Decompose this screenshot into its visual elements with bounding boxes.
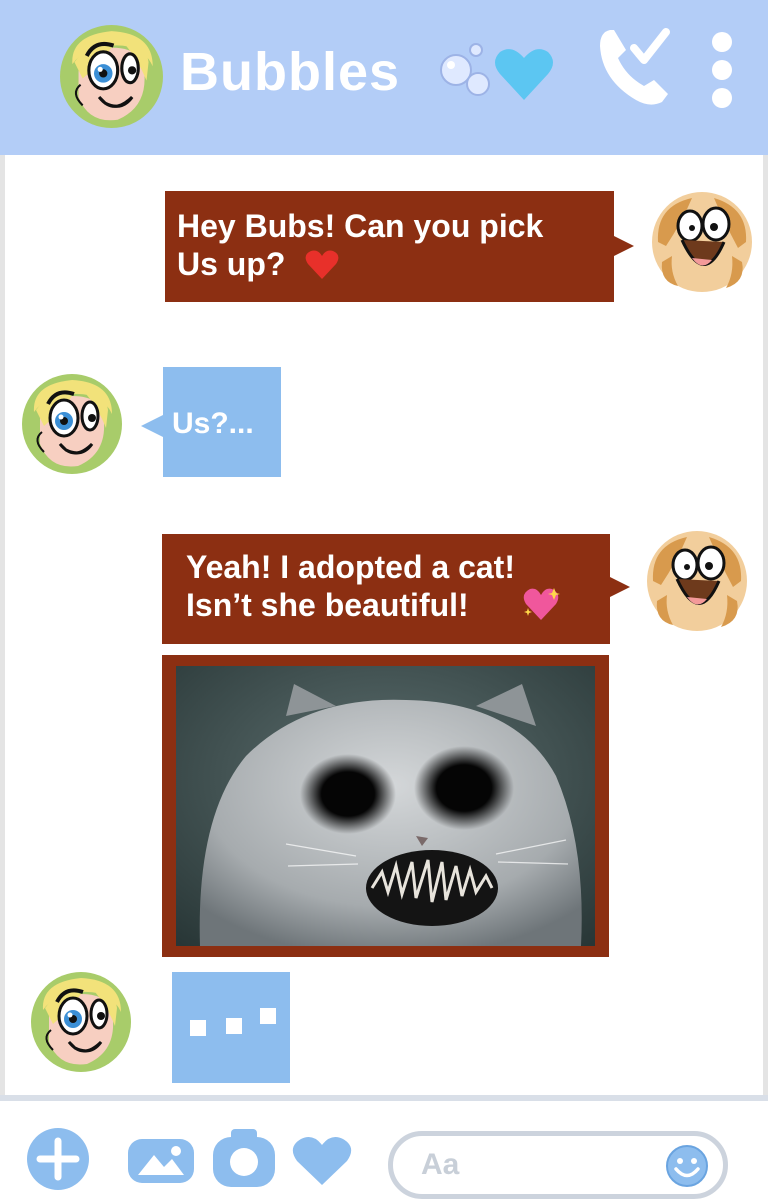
plus-icon[interactable] — [26, 1127, 90, 1191]
typing-indicator — [172, 972, 290, 1083]
smiley-icon[interactable] — [665, 1144, 709, 1188]
message-input-placeholder: Aa — [421, 1148, 460, 1181]
bubbles-and-heart-icon — [440, 43, 553, 100]
heart-icon[interactable] — [291, 1135, 353, 1187]
red-heart-icon — [305, 250, 339, 279]
message-text: Hey Bubs! Can you pick Us up? — [177, 208, 544, 282]
sparkling-heart-icon — [523, 588, 560, 620]
cat-photo-message[interactable] — [162, 655, 609, 957]
typing-dot — [226, 1018, 242, 1034]
message-bubble-outgoing[interactable]: Yeah! I adopted a cat! Isn’t she beautif… — [162, 534, 630, 644]
message-input[interactable]: Aa — [388, 1131, 728, 1199]
more-options-icon[interactable] — [706, 28, 738, 112]
bubbles-avatar[interactable] — [22, 374, 122, 474]
typing-dot — [260, 1008, 276, 1024]
my-avatar[interactable] — [652, 192, 752, 292]
bubbles-avatar[interactable] — [31, 972, 131, 1072]
message-text: Us?... — [172, 407, 254, 440]
cat-photo[interactable] — [176, 666, 595, 946]
gallery-icon[interactable] — [126, 1137, 196, 1185]
contact-name[interactable]: Bubbles — [180, 40, 400, 104]
camera-icon[interactable] — [211, 1127, 277, 1189]
composer-bar: Aa — [0, 1095, 768, 1200]
message-bubble-outgoing[interactable]: Hey Bubs! Can you pick Us up? — [165, 191, 634, 302]
chat-header: Bubbles — [0, 0, 768, 155]
message-bubble-incoming[interactable]: Us?... — [141, 367, 281, 477]
call-button[interactable] — [596, 24, 672, 108]
my-avatar[interactable] — [647, 531, 747, 631]
typing-dot — [190, 1020, 206, 1036]
contact-avatar[interactable] — [60, 25, 163, 128]
